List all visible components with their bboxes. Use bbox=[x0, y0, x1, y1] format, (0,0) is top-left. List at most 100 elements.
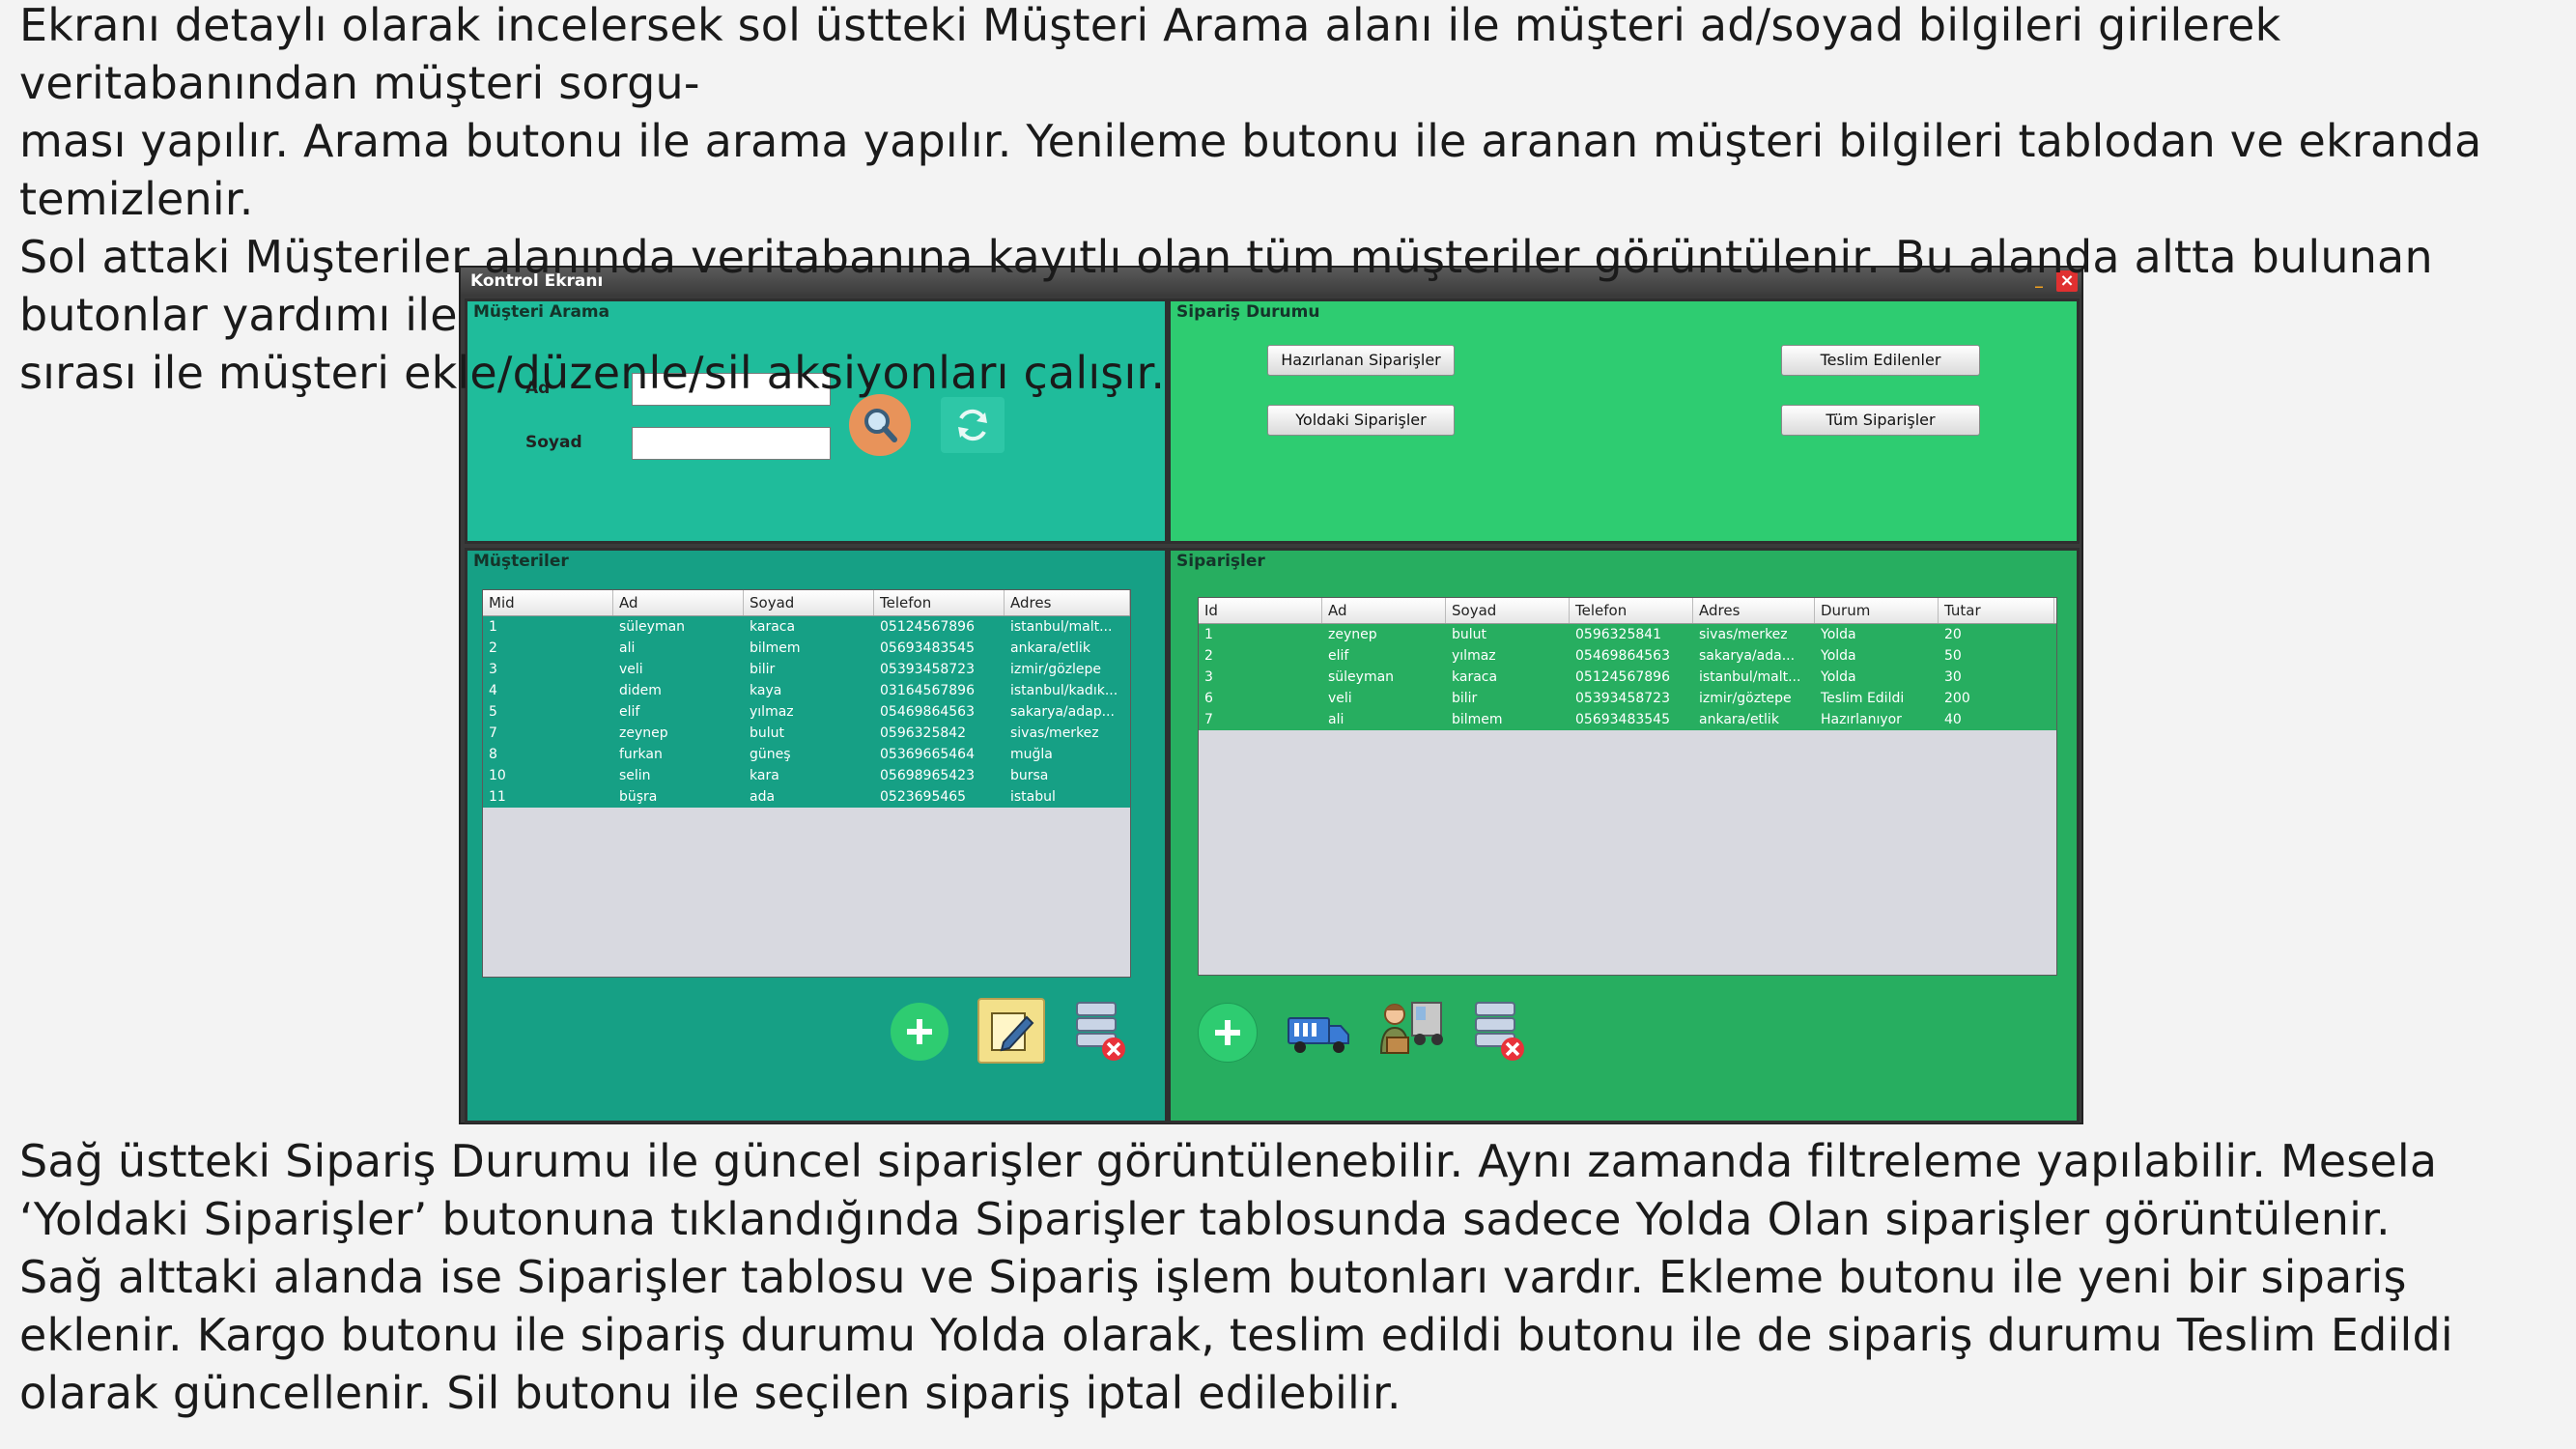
all-orders-button[interactable]: Tüm Siparişler bbox=[1781, 405, 1980, 436]
table-cell: 50 bbox=[1944, 648, 1962, 664]
table-cell: sakarya/ada... bbox=[1699, 648, 1796, 664]
table-row[interactable]: 1 zeynep bulut 0596325841 sivas/merkez Yolda 2… bbox=[1199, 624, 2056, 645]
table-row[interactable]: 5 elif yılmaz 05469864563 sakarya/adap... bbox=[483, 701, 1130, 723]
table-cell: didem bbox=[619, 683, 662, 698]
table-cell: kaya bbox=[750, 683, 782, 698]
customers-table[interactable]: Mid Ad Soyad Telefon Adres 1 süleyman kara… bbox=[482, 589, 1131, 978]
column-header[interactable]: Tutar bbox=[1939, 598, 2054, 623]
table-cell: güneş bbox=[750, 747, 791, 762]
column-header[interactable]: Adres bbox=[1693, 598, 1815, 623]
table-cell: 2 bbox=[489, 640, 497, 656]
intro-line: Sol attaki Müşteriler alanında veritaban… bbox=[19, 231, 2433, 283]
table-cell: 05698965423 bbox=[880, 768, 975, 783]
table-cell: 05124567896 bbox=[880, 619, 975, 635]
orders-title: Siparişler bbox=[1176, 552, 1265, 571]
column-header[interactable]: Ad bbox=[613, 590, 744, 615]
table-cell: 3 bbox=[1204, 669, 1213, 685]
table-cell: 7 bbox=[1204, 712, 1213, 727]
ship-order-button[interactable] bbox=[1285, 1005, 1352, 1059]
table-row[interactable]: 6 veli bilir 05393458723 izmir/göztepe Teslim… bbox=[1199, 688, 2056, 709]
table-cell: 4 bbox=[489, 683, 497, 698]
table-cell: ankara/etlik bbox=[1010, 640, 1090, 656]
table-cell: bulut bbox=[750, 725, 785, 741]
table-cell: 05124567896 bbox=[1575, 669, 1670, 685]
soyad-label: Soyad bbox=[525, 433, 582, 452]
table-cell: elif bbox=[1328, 648, 1349, 664]
table-row[interactable]: 3 süleyman karaca 05124567896 istanbul/malt.… bbox=[1199, 667, 2056, 688]
table-cell: selin bbox=[619, 768, 651, 783]
table-cell: bulut bbox=[1452, 627, 1487, 642]
truck-icon bbox=[1288, 1017, 1349, 1053]
orders-table[interactable]: Id Ad Soyad Telefon Adres Durum Tutar 1 z… bbox=[1198, 597, 2057, 976]
table-row[interactable]: 1 süleyman karaca 05124567896 istanbul/malt.… bbox=[483, 616, 1130, 638]
add-order-button[interactable] bbox=[1198, 1003, 1258, 1063]
intro-line: veritabanından müşteri sorgu- bbox=[19, 57, 700, 109]
table-cell: istabul bbox=[1010, 789, 1056, 805]
delete-customer-button[interactable] bbox=[1071, 997, 1129, 1065]
refresh-button[interactable] bbox=[941, 397, 1005, 453]
table-cell: bilir bbox=[1452, 691, 1478, 706]
column-header[interactable]: Adres bbox=[1005, 590, 1130, 615]
table-row[interactable]: 8 furkan güneş 05369665464 muğla bbox=[483, 744, 1130, 765]
edit-customer-button[interactable] bbox=[977, 998, 1045, 1064]
table-cell: 03164567896 bbox=[880, 683, 975, 698]
table-cell: Teslim Edildi bbox=[1821, 691, 1905, 706]
table-row[interactable]: 11 büşra ada 0523695465 istabul bbox=[483, 786, 1130, 808]
table-cell: 05369665464 bbox=[880, 747, 975, 762]
column-header[interactable]: Durum bbox=[1815, 598, 1939, 623]
plus-icon bbox=[907, 1019, 932, 1044]
table-cell: Yolda bbox=[1821, 648, 1856, 664]
table-cell: 1 bbox=[489, 619, 497, 635]
table-cell: ankara/etlik bbox=[1699, 712, 1779, 727]
column-header[interactable]: Mid bbox=[483, 590, 613, 615]
table-cell: 8 bbox=[489, 747, 497, 762]
table-row[interactable]: 4 didem kaya 03164567896 istanbul/kadık... bbox=[483, 680, 1130, 701]
table-cell: zeynep bbox=[619, 725, 668, 741]
table-cell: sivas/merkez bbox=[1699, 627, 1788, 642]
intro-line: ması yapılır. Arama butonu ile arama yap… bbox=[19, 115, 2482, 167]
table-row[interactable]: 2 ali bilmem 05693483545 ankara/etlik bbox=[483, 638, 1130, 659]
column-header[interactable]: Soyad bbox=[744, 590, 874, 615]
table-row[interactable]: 7 zeynep bulut 0596325842 sivas/merkez bbox=[483, 723, 1130, 744]
column-header[interactable]: Soyad bbox=[1446, 598, 1570, 623]
table-cell: Yolda bbox=[1821, 669, 1856, 685]
column-header[interactable]: Ad bbox=[1322, 598, 1446, 623]
table-cell: 11 bbox=[489, 789, 506, 805]
intro-line: sırası ile müşteri ekle/düzenle/sil aksi… bbox=[19, 347, 1166, 399]
add-customer-button[interactable] bbox=[891, 1003, 948, 1061]
search-button[interactable] bbox=[849, 394, 911, 456]
in-transit-orders-button[interactable]: Yoldaki Siparişler bbox=[1267, 405, 1455, 436]
table-cell: 0523695465 bbox=[880, 789, 967, 805]
database-delete-icon bbox=[1475, 1002, 1524, 1061]
table-row[interactable]: 3 veli bilir 05393458723 izmir/gözlepe bbox=[483, 659, 1130, 680]
outro-line: eklenir. Kargo butonu ile sipariş durumu… bbox=[19, 1309, 2453, 1361]
table-cell: muğla bbox=[1010, 747, 1053, 762]
table-cell: bilir bbox=[750, 662, 776, 677]
outro-line: ‘Yoldaki Siparişler’ butonuna tıklandığı… bbox=[19, 1193, 2391, 1245]
refresh-icon bbox=[958, 409, 987, 441]
table-cell: süleyman bbox=[619, 619, 686, 635]
delete-order-button[interactable] bbox=[1470, 997, 1528, 1065]
table-cell: 0596325841 bbox=[1575, 627, 1662, 642]
table-row[interactable]: 7 ali bilmem 05693483545 ankara/etlik Hazırla… bbox=[1199, 709, 2056, 730]
customers-panel: Müşteriler Mid Ad Soyad Telefon Adres 1 s… bbox=[465, 548, 1168, 1123]
deliver-order-button[interactable] bbox=[1373, 995, 1447, 1065]
table-cell: 200 bbox=[1944, 691, 1970, 706]
table-cell: 05693483545 bbox=[1575, 712, 1670, 727]
table-cell: 05393458723 bbox=[1575, 691, 1670, 706]
table-row[interactable]: 10 selin kara 05698965423 bursa bbox=[483, 765, 1130, 786]
outro-line: Sağ üstteki Sipariş Durumu ile güncel si… bbox=[19, 1135, 2438, 1187]
orders-panel: Siparişler Id Ad Soyad Telefon Adres Dur… bbox=[1168, 548, 2080, 1123]
table-cell: sivas/merkez bbox=[1010, 725, 1099, 741]
column-header[interactable]: Telefon bbox=[874, 590, 1005, 615]
column-header[interactable]: Id bbox=[1199, 598, 1322, 623]
soyad-input[interactable] bbox=[632, 427, 831, 460]
database-delete-icon bbox=[1076, 1002, 1125, 1061]
table-row[interactable]: 2 elif yılmaz 05469864563 sakarya/ada... Yold… bbox=[1199, 645, 2056, 667]
table-cell: istanbul/malt... bbox=[1010, 619, 1113, 635]
table-cell: 05469864563 bbox=[880, 704, 975, 720]
customers-table-body: 1 süleyman karaca 05124567896 istanbul/malt.… bbox=[483, 616, 1130, 808]
column-header[interactable]: Telefon bbox=[1570, 598, 1693, 623]
plus-icon bbox=[1215, 1020, 1240, 1045]
table-cell: istanbul/kadık... bbox=[1010, 683, 1118, 698]
